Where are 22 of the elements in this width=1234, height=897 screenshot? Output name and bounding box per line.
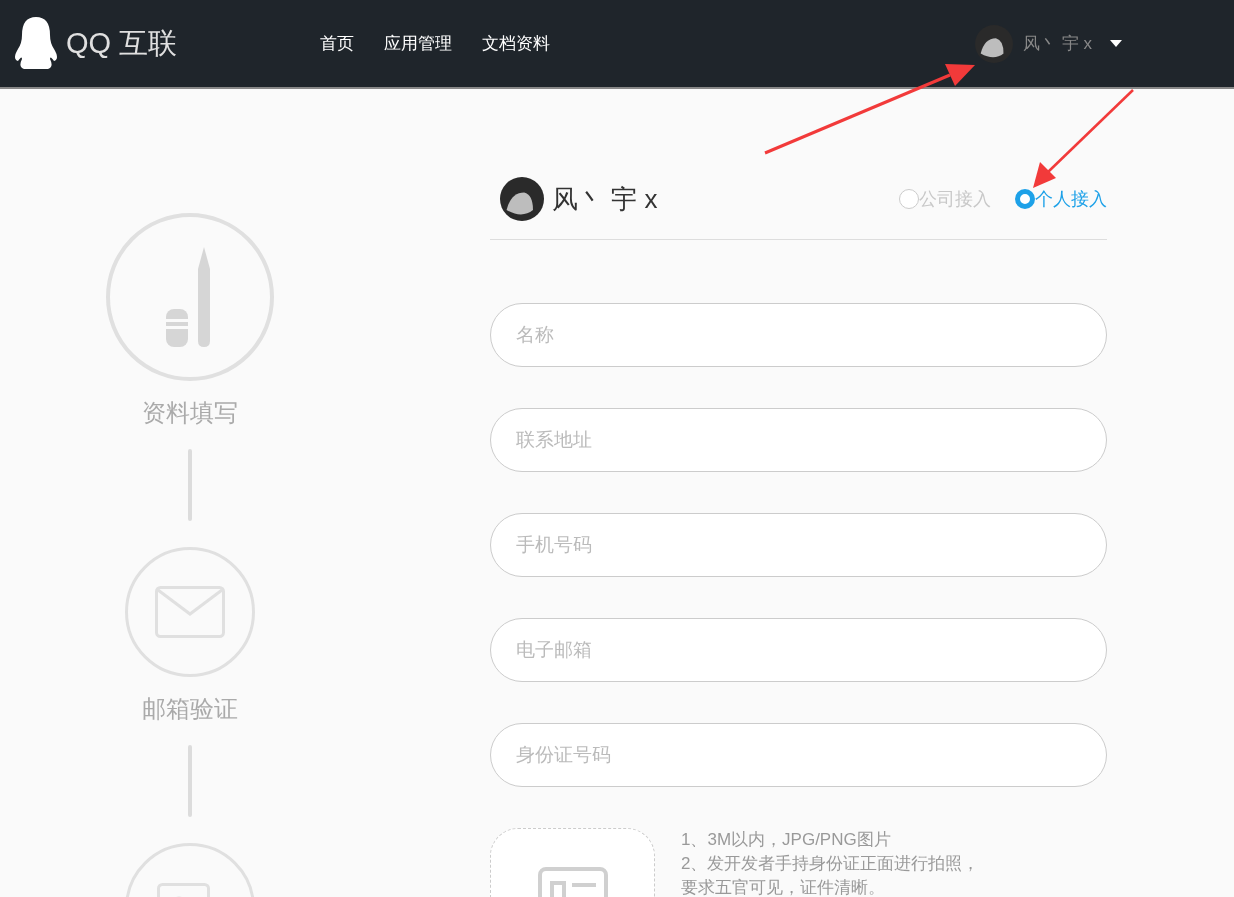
logo-text: QQ 互联 [66, 25, 178, 61]
user-name[interactable]: 风丶 宇 x [1023, 30, 1092, 57]
mail-icon [155, 586, 225, 638]
text-field[interactable]: 电子邮箱 [490, 618, 1107, 682]
upload-note: 2、发开发者手持身份证正面进行拍照， [681, 853, 980, 875]
text-field[interactable]: 身份证号码 [490, 723, 1107, 787]
text-field[interactable]: 名称 [490, 303, 1107, 367]
step-label: 资料填写 [142, 398, 238, 428]
penguin-logo-icon [14, 16, 58, 71]
nav-link[interactable]: 首页 [320, 30, 354, 57]
profile-name: 风丶 宇 x [552, 182, 658, 216]
upload-note: 1、3M以内，JPG/PNG图片 [681, 829, 892, 851]
profile-avatar [500, 177, 544, 221]
nav-link[interactable]: 应用管理 [384, 30, 452, 57]
nav-link[interactable]: 文档资料 [482, 30, 550, 57]
caret-icon[interactable] [1110, 39, 1122, 48]
text-field[interactable]: 联系地址 [490, 408, 1107, 472]
upload-note: 要求五官可见，证件清晰。 [681, 877, 886, 897]
text-field[interactable]: 手机号码 [490, 513, 1107, 577]
step-label: 邮箱验证 [142, 694, 238, 724]
id-card-icon [537, 867, 608, 897]
user-avatar [975, 24, 1014, 63]
